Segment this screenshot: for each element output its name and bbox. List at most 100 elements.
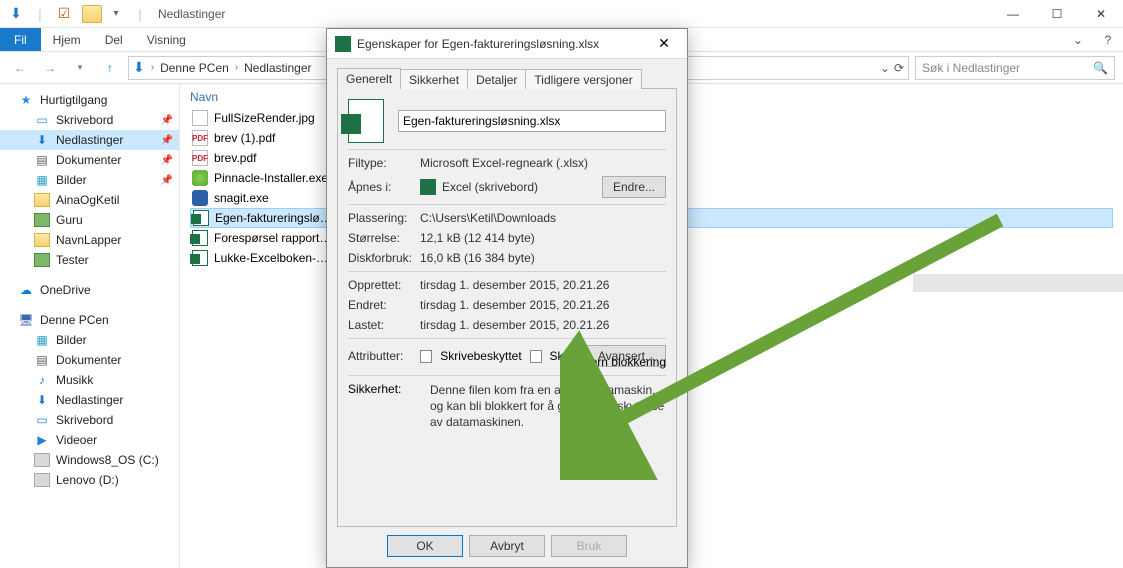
sidebar-pc-music[interactable]: ♪Musikk [0,370,179,390]
tab-security[interactable]: Sikkerhet [400,69,468,89]
maximize-button[interactable]: ☐ [1035,0,1079,28]
video-icon: ▶ [34,433,50,447]
nav-up-button[interactable]: ↑ [98,56,122,80]
qat-dropdown-icon[interactable]: ▾ [106,8,126,19]
value-accessed: tirsdag 1. desember 2015, 20.21.26 [420,318,609,332]
unblock-checkbox[interactable] [562,356,575,369]
disk-icon [34,473,50,487]
sidebar-tester[interactable]: Tester [0,250,179,270]
label-size: Størrelse: [348,231,420,245]
document-icon: ▤ [34,353,50,367]
crumb-downloads[interactable]: Nedlastinger [244,61,311,75]
sidebar-desktop[interactable]: ▭Skrivebord📌 [0,110,179,130]
excel-icon [193,210,209,226]
pin-icon: 📌 [161,175,173,186]
tab-general[interactable]: Generelt [337,68,401,89]
sidebar-pc-lenovo[interactable]: Lenovo (D:) [0,470,179,490]
sidebar-navnlapper[interactable]: NavnLapper [0,230,179,250]
label-opensin: Åpnes i: [348,180,420,194]
download-icon: ⬇ [34,393,50,407]
music-icon: ♪ [34,373,50,387]
sidebar-pc-pictures[interactable]: ▦Bilder [0,330,179,350]
crumb-this-pc[interactable]: Denne PCen [160,61,229,75]
down-arrow-icon: ⬇ [133,59,145,76]
dialog-titlebar[interactable]: Egenskaper for Egen-faktureringsløsning.… [327,29,687,59]
qat-check-icon[interactable]: ☑ [54,5,74,22]
desktop-icon: ▭ [34,113,50,127]
pin-icon: 📌 [161,135,173,146]
dialog-tabs: Generelt Sikkerhet Detaljer Tidligere ve… [337,67,677,89]
hidden-checkbox[interactable] [530,350,542,363]
label-security: Sikkerhet: [348,382,420,396]
value-disk: 16,0 kB (16 384 byte) [420,251,535,265]
minimize-button[interactable]: — [991,0,1035,28]
properties-dialog: Egenskaper for Egen-faktureringsløsning.… [326,28,688,568]
navigation-pane: ★Hurtigtilgang ▭Skrivebord📌 ⬇Nedlastinge… [0,84,180,568]
change-button[interactable]: Endre... [602,176,666,198]
cancel-button[interactable]: Avbryt [469,535,545,557]
sidebar-documents[interactable]: ▤Dokumenter📌 [0,150,179,170]
apply-button[interactable]: Bruk [551,535,627,557]
qat-down-icon[interactable]: ⬇ [6,5,26,22]
value-size: 12,1 kB (12 414 byte) [420,231,535,245]
folder-icon [34,193,50,207]
sidebar-pc-desktop[interactable]: ▭Skrivebord [0,410,179,430]
value-modified: tirsdag 1. desember 2015, 20.21.26 [420,298,609,312]
sidebar-downloads[interactable]: ⬇Nedlastinger📌 [0,130,179,150]
tab-file[interactable]: Fil [0,28,41,51]
qat-sep: | [30,6,50,22]
sidebar-quick-access[interactable]: ★Hurtigtilgang [0,90,179,110]
label-disk: Diskforbruk: [348,251,420,265]
star-icon: ★ [18,93,34,107]
tab-view[interactable]: Visning [135,28,198,51]
disk-icon [34,453,50,467]
nav-history-dropdown[interactable]: ▾ [68,56,92,80]
value-opensin: Excel (skrivebord) [442,180,538,194]
ribbon-help-icon[interactable]: ? [1093,28,1123,51]
tab-home[interactable]: Hjem [41,28,93,51]
folder-icon [82,5,102,23]
sidebar-pc-documents[interactable]: ▤Dokumenter [0,350,179,370]
nav-back-button[interactable]: ← [8,56,32,80]
address-dropdown-icon[interactable]: ⌄ [880,61,890,75]
ok-button[interactable]: OK [387,535,463,557]
sidebar-pc-videos[interactable]: ▶Videoer [0,430,179,450]
search-icon[interactable]: 🔍 [1093,61,1108,75]
sidebar-guru[interactable]: Guru [0,210,179,230]
sidebar-aina[interactable]: AinaOgKetil [0,190,179,210]
excel-icon [420,179,436,195]
sidebar-this-pc[interactable]: 🖥Denne PCen [0,310,179,330]
readonly-checkbox[interactable] [420,350,432,363]
sidebar-pictures[interactable]: ▦Bilder📌 [0,170,179,190]
unblock-label: Fjern blokkering [581,355,666,369]
label-accessed: Lastet: [348,318,420,332]
folder-icon [34,213,50,227]
qat-sep2: | [130,6,150,22]
readonly-label: Skrivebeskyttet [440,349,521,363]
sidebar-onedrive[interactable]: ☁OneDrive [0,280,179,300]
label-location: Plassering: [348,211,420,225]
file-type-icon [348,99,384,143]
ribbon-expand-icon[interactable]: ⌄ [1063,28,1093,51]
titlebar: ⬇ | ☑ ▾ | Nedlastinger — ☐ ✕ [0,0,1123,28]
value-location: C:\Users\Ketil\Downloads [420,211,556,225]
sidebar-pc-osdisk[interactable]: Windows8_OS (C:) [0,450,179,470]
refresh-icon[interactable]: ⟳ [894,61,904,75]
pc-icon: 🖥 [18,313,34,327]
pictures-icon: ▦ [34,333,50,347]
search-input[interactable]: Søk i Nedlastinger 🔍 [915,56,1115,80]
window-title: Nedlastinger [158,7,225,21]
tab-versions[interactable]: Tidligere versjoner [525,69,641,89]
close-button[interactable]: ✕ [1079,0,1123,28]
download-icon: ⬇ [34,133,50,147]
tab-details[interactable]: Detaljer [467,69,526,89]
desktop-icon: ▭ [34,413,50,427]
folder-icon [34,253,50,267]
filename-input[interactable] [398,110,666,132]
search-placeholder: Søk i Nedlastinger [922,61,1020,75]
sidebar-pc-downloads[interactable]: ⬇Nedlastinger [0,390,179,410]
dialog-close-button[interactable]: ✕ [649,35,679,52]
tab-share[interactable]: Del [93,28,135,51]
pdf-icon: PDF [192,150,208,166]
value-filetype: Microsoft Excel-regneark (.xlsx) [420,156,588,170]
